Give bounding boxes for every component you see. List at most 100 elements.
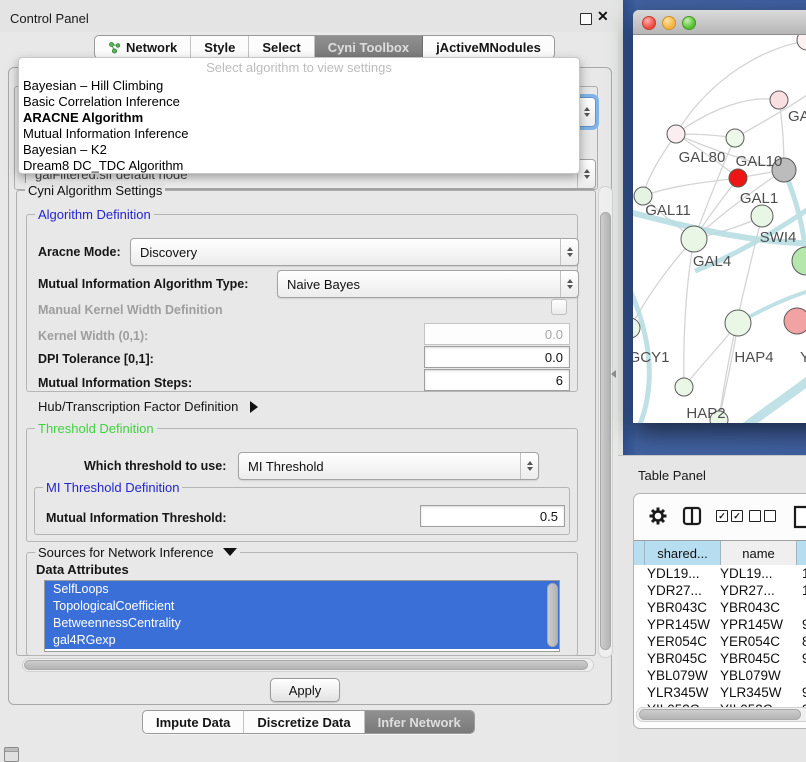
mini-panel-icon[interactable] — [4, 747, 19, 762]
data-attributes-list[interactable]: SelfLoops TopologicalCoefficient Between… — [44, 580, 560, 652]
node-label: GAL4 — [693, 253, 731, 270]
document-icon[interactable] — [792, 504, 806, 535]
tab-cyni-toolbox[interactable]: Cyni Toolbox — [315, 36, 423, 58]
network-window[interactable]: GAL80 GAL10 GAL1 GAL11 SWI4 GAL4 GCY1 HA… — [633, 10, 806, 423]
column-header-partial[interactable] — [797, 541, 806, 565]
dropdown-item-selected[interactable]: ARACNE Algorithm — [19, 110, 579, 126]
table-row[interactable]: YER054CYER054C8. — [634, 634, 806, 651]
list-item[interactable]: SelfLoops — [45, 581, 559, 598]
zoom-traffic-light[interactable] — [682, 16, 696, 30]
node-label: GAL — [788, 108, 806, 125]
tab-jactivemnodules[interactable]: jActiveMNodules — [423, 36, 554, 58]
list-item[interactable]: BetweennessCentrality — [45, 615, 559, 632]
control-panel-tabs: Network Style Select Cyni Toolbox jActiv… — [94, 35, 555, 59]
node-label: GAL11 — [645, 202, 691, 219]
node-label: GAL80 — [679, 149, 726, 166]
dropdown-item[interactable]: Dream8 DC_TDC Algorithm — [19, 158, 579, 174]
column-header-name[interactable]: name — [721, 541, 797, 565]
table-row[interactable]: YBL079WYBL079W — [634, 668, 806, 685]
stepper-icon — [560, 271, 578, 297]
node-label: GCY1 — [633, 349, 669, 366]
tab-impute-data[interactable]: Impute Data — [143, 711, 244, 733]
aracne-mode-combobox[interactable]: Discovery — [130, 238, 579, 266]
kernel-width-label: Kernel Width (0,1): — [38, 329, 148, 343]
table-panel-title: Table Panel — [638, 468, 706, 483]
select-all-icon[interactable]: ✓✓ — [716, 510, 743, 522]
network-node — [784, 308, 806, 334]
table-row[interactable]: YPR145WYPR145W9. — [634, 617, 806, 634]
app-root: Control Panel ✕ Network Style — [0, 0, 806, 762]
table-body[interactable]: YDL19...YDL19...13 YDR27...YDR27...12 YB… — [634, 565, 806, 707]
network-canvas[interactable]: GAL80 GAL10 GAL1 GAL11 SWI4 GAL4 GCY1 HA… — [633, 35, 806, 423]
hub-section-toggle[interactable]: Hub/Transcription Factor Definition — [38, 399, 258, 414]
tab-style[interactable]: Style — [191, 36, 249, 58]
table-row[interactable]: YBR045CYBR045C9. — [634, 651, 806, 668]
list-scrollbar[interactable] — [547, 583, 558, 647]
manual-kernel-checkbox[interactable] — [551, 299, 567, 315]
data-attributes-label: Data Attributes — [36, 562, 129, 577]
tab-infer-network[interactable]: Infer Network — [365, 711, 474, 733]
table-row[interactable]: YDR27...YDR27...12 — [634, 583, 806, 600]
minimize-traffic-light[interactable] — [662, 16, 676, 30]
table-row[interactable]: YLR345WYLR345W9. — [634, 685, 806, 702]
mi-threshold-label: Mutual Information Threshold: — [46, 511, 227, 525]
float-window-icon[interactable] — [580, 13, 592, 25]
dropdown-item[interactable]: Basic Correlation Inference — [19, 94, 579, 110]
panel-title: Control Panel — [10, 11, 89, 26]
control-panel-titlebar: Control Panel ✕ — [0, 0, 618, 32]
node-label: HAP2 — [686, 405, 725, 422]
dropdown-item[interactable]: Mutual Information Inference — [19, 126, 579, 142]
settings-group-title: Cyni Algorithm Settings — [25, 183, 165, 198]
network-window-titlebar[interactable] — [633, 10, 806, 35]
deselect-all-icon[interactable] — [749, 510, 776, 522]
which-threshold-combobox[interactable]: MI Threshold — [238, 452, 539, 480]
columns-icon[interactable] — [682, 506, 702, 531]
tab-network[interactable]: Network — [95, 36, 191, 58]
list-item[interactable]: TopologicalCoefficient — [45, 598, 559, 615]
divider-handle-icon[interactable] — [611, 370, 616, 378]
table-header: shared... name — [634, 540, 806, 566]
node-label: SWI4 — [760, 229, 797, 246]
stepper-icon — [560, 239, 578, 265]
dropdown-placeholder: Select algorithm to view settings — [19, 58, 579, 78]
row-gutter-header[interactable] — [634, 541, 645, 565]
gear-icon[interactable] — [648, 506, 668, 531]
tab-select[interactable]: Select — [249, 36, 314, 58]
mi-threshold-definition-title: MI Threshold Definition — [43, 480, 182, 495]
table-row[interactable]: YBR043CYBR043C — [634, 600, 806, 617]
node-label: GAL10 — [736, 153, 783, 170]
table-row[interactable]: YDL19...YDL19...13 — [634, 566, 806, 583]
dropdown-item[interactable]: Bayesian – K2 — [19, 142, 579, 158]
settings-vscroll-thumb[interactable] — [600, 212, 611, 650]
threshold-definition-title: Threshold Definition — [35, 421, 157, 436]
close-icon[interactable]: ✕ — [597, 8, 609, 25]
table-hscroll-thumb[interactable] — [639, 709, 801, 720]
mi-type-combobox[interactable]: Naive Bayes — [277, 270, 579, 298]
dpi-tolerance-label: DPI Tolerance [0,1]: — [38, 352, 154, 366]
mi-threshold-field[interactable]: 0.5 — [420, 505, 565, 527]
dpi-tolerance-field[interactable]: 0.0 — [424, 346, 570, 368]
network-node-gal1 — [729, 169, 747, 187]
apply-button[interactable]: Apply — [270, 678, 340, 702]
close-traffic-light[interactable] — [642, 16, 656, 30]
which-threshold-label: Which threshold to use: — [84, 459, 226, 473]
network-node-labels: GAL80 GAL10 GAL1 GAL11 SWI4 GAL4 GCY1 HA… — [633, 108, 806, 422]
tab-discretize-data[interactable]: Discretize Data — [244, 711, 364, 733]
mi-steps-label: Mutual Information Steps: — [38, 376, 192, 390]
manual-kernel-label: Manual Kernel Width Definition — [38, 303, 223, 317]
mi-steps-field[interactable]: 6 — [424, 369, 570, 391]
node-label: Y — [800, 349, 806, 366]
list-item[interactable]: gal4RGexp — [45, 632, 559, 649]
sources-group-title[interactable]: Sources for Network Inference — [35, 545, 240, 560]
network-node-swi4 — [751, 205, 773, 227]
network-node — [792, 247, 806, 275]
column-header-shared[interactable]: shared... — [645, 541, 721, 565]
table-toolbar: ✓✓ — [634, 494, 806, 540]
network-node — [726, 129, 744, 147]
network-node-hap2 — [675, 378, 693, 396]
cyni-bottom-tabs: Impute Data Discretize Data Infer Networ… — [142, 710, 475, 734]
algorithm-definition-title: Algorithm Definition — [35, 207, 154, 222]
dropdown-item[interactable]: Bayesian – Hill Climbing — [19, 78, 579, 94]
settings-hscroll-thumb[interactable] — [24, 660, 588, 670]
kernel-width-field[interactable]: 0.0 — [424, 323, 570, 345]
